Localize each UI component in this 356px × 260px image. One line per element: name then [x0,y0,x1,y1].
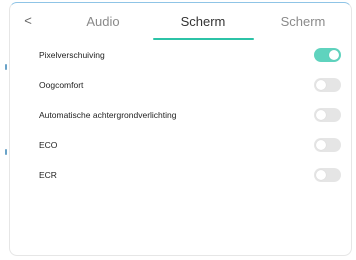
setting-label: Pixelverschuiving [39,50,105,60]
pixelverschuiving-toggle[interactable] [314,48,341,62]
tab-scherm[interactable]: Scherm [168,12,238,32]
toggle-knob [329,50,339,60]
setting-row-oogcomfort: Oogcomfort [10,71,351,101]
setting-row-ecr: ECR [10,161,351,191]
toggle-knob [316,110,326,120]
edge-marker [5,64,7,70]
back-arrow-icon[interactable]: < [20,13,36,29]
settings-panel: < Audio Scherm Scherm Pixelverschuiving … [9,2,352,256]
achtergrondverlichting-toggle[interactable] [314,108,341,122]
tab-scherm-2[interactable]: Scherm [268,12,338,32]
toggle-knob [316,140,326,150]
setting-row-eco: ECO [10,131,351,161]
setting-label: Automatische achtergrondverlichting [39,110,177,120]
edge-marker [5,149,7,155]
setting-label: ECR [39,170,57,180]
toggle-knob [316,80,326,90]
tab-bar: < Audio Scherm Scherm [10,3,351,41]
setting-row-pixelverschuiving: Pixelverschuiving [10,41,351,71]
setting-label: Oogcomfort [39,80,84,90]
setting-label: ECO [39,140,58,150]
oogcomfort-toggle[interactable] [314,78,341,92]
active-tab-indicator [153,38,254,40]
eco-toggle[interactable] [314,138,341,152]
tab-audio[interactable]: Audio [68,12,138,32]
setting-row-achtergrondverlichting: Automatische achtergrondverlichting [10,101,351,131]
toggle-knob [316,170,326,180]
ecr-toggle[interactable] [314,168,341,182]
